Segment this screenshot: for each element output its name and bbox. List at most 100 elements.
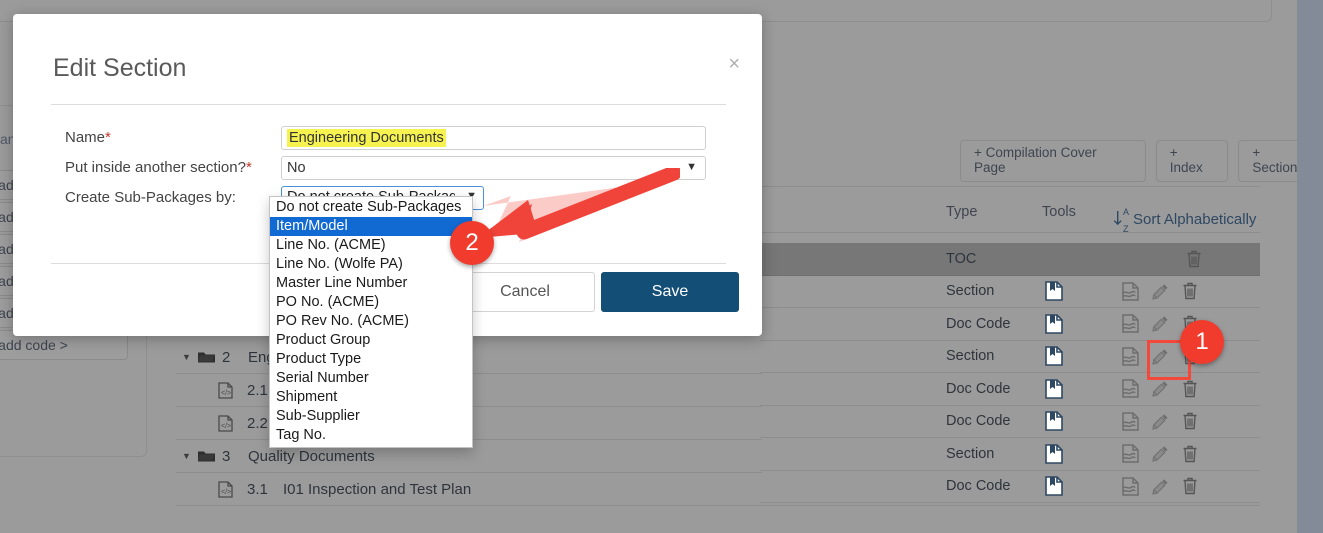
page-preview-icon[interactable] — [1122, 282, 1139, 301]
name-input[interactable]: Engineering Documents — [281, 126, 706, 150]
delete-trash-icon[interactable] — [1182, 445, 1198, 463]
dropdown-option[interactable]: Item/Model — [270, 217, 472, 236]
annotation-badge-2: 2 — [450, 221, 494, 265]
edit-pencil-icon[interactable] — [1152, 380, 1169, 397]
table-row[interactable]: Section — [760, 276, 1260, 308]
doc-code-icon: </> — [218, 480, 233, 498]
bookmark-document-icon[interactable] — [1045, 476, 1063, 497]
doc-code-icon: </> — [218, 381, 233, 399]
sub-packages-dropdown-list[interactable]: Do not create Sub-Packages Item/Model Line… — [269, 196, 473, 448]
put-inside-label-text: Put inside another section? — [65, 159, 246, 176]
row-bookmark-cell[interactable] — [1045, 346, 1063, 367]
row-tools-cell — [1122, 282, 1198, 301]
cancel-button[interactable]: Cancel — [455, 272, 595, 312]
sort-alphabetically-button[interactable]: A Z Sort Alphabetically — [1113, 202, 1256, 236]
edit-pencil-icon[interactable] — [1152, 413, 1169, 430]
required-marker: * — [105, 129, 111, 146]
row-bookmark-cell[interactable] — [1045, 281, 1063, 302]
annotation-badge-1: 1 — [1180, 320, 1224, 364]
row-tools-cell — [1186, 250, 1202, 268]
row-tools-cell — [1122, 444, 1198, 463]
collapse-caret-icon[interactable]: ▼ — [182, 352, 198, 362]
row-bookmark-cell[interactable] — [1045, 476, 1063, 497]
bookmark-document-icon[interactable] — [1045, 443, 1063, 464]
bookmark-document-icon[interactable] — [1045, 313, 1063, 334]
sort-down-az-icon: A Z — [1113, 202, 1129, 236]
tree-row-label: I01 Inspection and Test Plan — [283, 480, 472, 498]
table-row[interactable]: Section — [760, 438, 1260, 471]
page-scrollbar[interactable] — [1297, 0, 1323, 533]
put-inside-select-value: No — [287, 160, 306, 176]
row-bookmark-cell[interactable] — [1045, 378, 1063, 399]
dropdown-option[interactable]: Line No. (ACME) — [270, 236, 472, 255]
add-compilation-cover-page-button[interactable]: + Compilation Cover Page — [960, 140, 1146, 182]
name-label-text: Name — [65, 129, 106, 146]
sub-packages-field-label: Create Sub-Packages by: — [65, 189, 236, 206]
tree-document-row[interactable]: </> 3.1 I01 Inspection and Test Plan — [176, 473, 762, 506]
bookmark-document-icon[interactable] — [1045, 346, 1063, 367]
row-bookmark-cell[interactable] — [1045, 411, 1063, 432]
row-tools-cell — [1122, 379, 1198, 398]
bookmark-document-icon[interactable] — [1045, 411, 1063, 432]
sort-alphabetically-label: Sort Alphabetically — [1133, 210, 1257, 228]
dropdown-option[interactable]: Serial Number — [270, 369, 472, 388]
dropdown-option[interactable]: Product Type — [270, 350, 472, 369]
dropdown-option[interactable]: Tag No. — [270, 426, 472, 445]
table-row[interactable]: Doc Code — [760, 471, 1260, 503]
close-icon[interactable]: × — [728, 54, 740, 74]
page-preview-icon[interactable] — [1122, 477, 1139, 496]
row-bookmark-cell[interactable] — [1045, 313, 1063, 334]
page-preview-icon[interactable] — [1122, 379, 1139, 398]
edit-pencil-icon[interactable] — [1152, 315, 1169, 332]
row-type-label: Section — [946, 283, 995, 300]
table-header-divider-bottom — [760, 232, 1260, 233]
row-type-label: TOC — [946, 250, 977, 267]
dropdown-option[interactable]: PO Rev No. (ACME) — [270, 312, 472, 331]
delete-trash-icon[interactable] — [1182, 477, 1198, 495]
page-preview-icon[interactable] — [1122, 347, 1139, 366]
row-type-label: Doc Code — [946, 413, 1011, 430]
dropdown-option[interactable]: Master Line Number — [270, 274, 472, 293]
page-preview-icon[interactable] — [1122, 444, 1139, 463]
delete-trash-icon[interactable] — [1186, 250, 1202, 268]
table-toolbar: + Compilation Cover Page + Index + Secti… — [960, 140, 1323, 182]
column-header-tools: Tools — [1042, 204, 1076, 220]
chevron-down-icon: ▼ — [686, 161, 697, 173]
row-type-label: Section — [946, 348, 995, 365]
table-row[interactable]: Doc Code — [760, 406, 1260, 438]
delete-trash-icon[interactable] — [1182, 380, 1198, 398]
save-button[interactable]: Save — [601, 272, 739, 312]
dropdown-option[interactable]: Shipment — [270, 388, 472, 407]
row-tools-cell — [1122, 477, 1198, 496]
page-preview-icon[interactable] — [1122, 314, 1139, 333]
collapse-caret-icon[interactable]: ▼ — [182, 451, 198, 461]
dropdown-option[interactable]: Do not create Sub-Packages — [270, 198, 472, 217]
dropdown-option[interactable]: Line No. (Wolfe PA) — [270, 255, 472, 274]
table-row[interactable]: TOC — [760, 243, 1260, 276]
table-header-divider-top — [760, 186, 1260, 187]
bookmark-document-icon[interactable] — [1045, 281, 1063, 302]
tree-row-number: 2 — [222, 348, 231, 366]
page-preview-icon[interactable] — [1122, 412, 1139, 431]
delete-trash-icon[interactable] — [1182, 412, 1198, 430]
delete-trash-icon[interactable] — [1182, 282, 1198, 300]
row-bookmark-cell[interactable] — [1045, 443, 1063, 464]
dialog-title-divider — [51, 104, 726, 105]
edit-pencil-icon[interactable] — [1152, 478, 1169, 495]
table-bottom-divider — [760, 505, 1260, 506]
dropdown-option[interactable]: Product Group — [270, 331, 472, 350]
dropdown-option[interactable]: PO No. (ACME) — [270, 293, 472, 312]
edit-pencil-icon[interactable] — [1152, 283, 1169, 300]
row-tools-cell — [1122, 412, 1198, 431]
add-index-button[interactable]: + Index — [1155, 140, 1229, 182]
tree-row-label: Quality Documents — [248, 447, 375, 465]
put-inside-select[interactable]: No ▼ — [281, 156, 706, 180]
dropdown-option[interactable]: Sub-Supplier — [270, 407, 472, 426]
put-inside-field-label: Put inside another section?* — [65, 159, 252, 176]
bookmark-document-icon[interactable] — [1045, 378, 1063, 399]
edit-pencil-icon[interactable] — [1152, 445, 1169, 462]
tree-row-number: 3.1 — [247, 480, 268, 498]
name-input-value: Engineering Documents — [287, 129, 446, 147]
folder-open-icon — [198, 449, 216, 463]
svg-text:</>: </> — [221, 489, 231, 496]
